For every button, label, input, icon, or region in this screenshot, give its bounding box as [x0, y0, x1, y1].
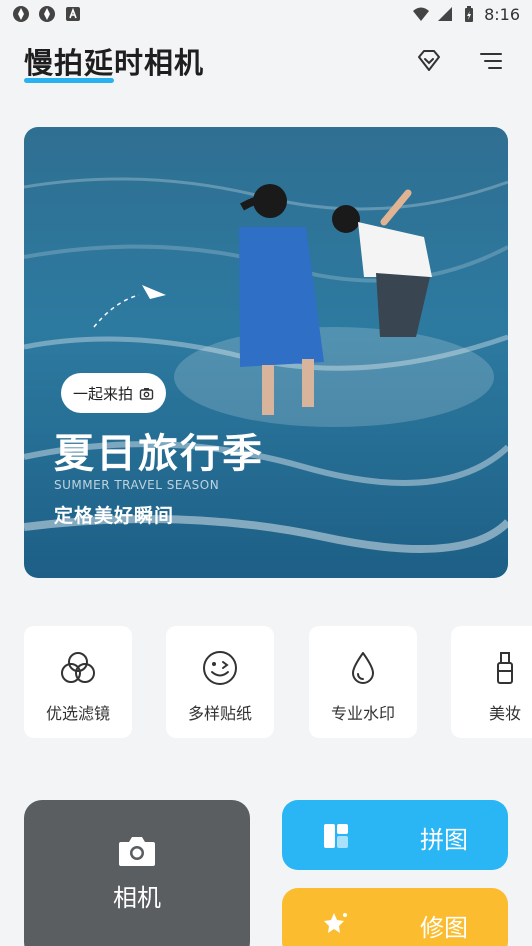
- filter-icon: [58, 648, 98, 688]
- feature-makeup[interactable]: 美妆: [451, 626, 532, 738]
- status-bar: 8:16: [0, 0, 532, 28]
- app-notification-icon: [39, 6, 55, 22]
- feature-watermark[interactable]: 专业水印: [309, 626, 417, 738]
- magic-edit-icon: [324, 913, 347, 933]
- feature-filter[interactable]: 优选滤镜: [24, 626, 132, 738]
- status-system: 8:16: [412, 5, 520, 24]
- feature-label: 专业水印: [330, 704, 395, 723]
- banner-subtitle-en: SUMMER TRAVEL SEASON: [54, 478, 220, 492]
- collage-button[interactable]: 拼图: [282, 800, 508, 870]
- menu-button[interactable]: [476, 46, 506, 76]
- wifi-icon: [413, 7, 430, 21]
- feature-list: 优选滤镜 多样贴纸 专业水印 美妆: [24, 626, 532, 738]
- banner-tag[interactable]: 一起来拍: [61, 373, 167, 413]
- banner-tag-label: 一起来拍: [73, 384, 134, 403]
- camera-icon: [119, 837, 155, 866]
- title-underline: [24, 78, 114, 83]
- camera-label: 相机: [113, 884, 161, 912]
- feature-label: 优选滤镜: [45, 704, 110, 723]
- battery-icon: [465, 6, 474, 22]
- feature-sticker[interactable]: 多样贴纸: [166, 626, 274, 738]
- collage-icon: [324, 824, 348, 848]
- a-notification-icon: [66, 7, 80, 21]
- banner-subtitle: 定格美好瞬间: [54, 505, 175, 527]
- app-header: 慢拍延时相机: [24, 40, 508, 88]
- collage-label: 拼图: [420, 826, 468, 854]
- camera-button[interactable]: 相机: [24, 800, 250, 946]
- promo-banner[interactable]: 一起来拍 夏日旅行季 SUMMER TRAVEL SEASON 定格美好瞬间: [24, 127, 508, 578]
- edit-label: 修图: [420, 914, 468, 942]
- feature-label: 美妆: [488, 704, 521, 723]
- watermark-icon: [343, 648, 383, 688]
- camera-small-icon: [139, 387, 154, 400]
- banner-title: 夏日旅行季: [54, 431, 264, 477]
- vip-button[interactable]: [414, 46, 444, 76]
- sticker-icon: [200, 648, 240, 688]
- makeup-icon: [485, 648, 525, 688]
- signal-icon: [438, 7, 453, 21]
- feature-label: 多样贴纸: [187, 704, 252, 723]
- menu-icon: [480, 53, 502, 69]
- status-time: 8:16: [484, 4, 520, 24]
- diamond-icon: [418, 50, 440, 71]
- app-notification-icon: [13, 6, 29, 22]
- edit-button[interactable]: 修图: [282, 888, 508, 946]
- status-notifications: [12, 5, 82, 23]
